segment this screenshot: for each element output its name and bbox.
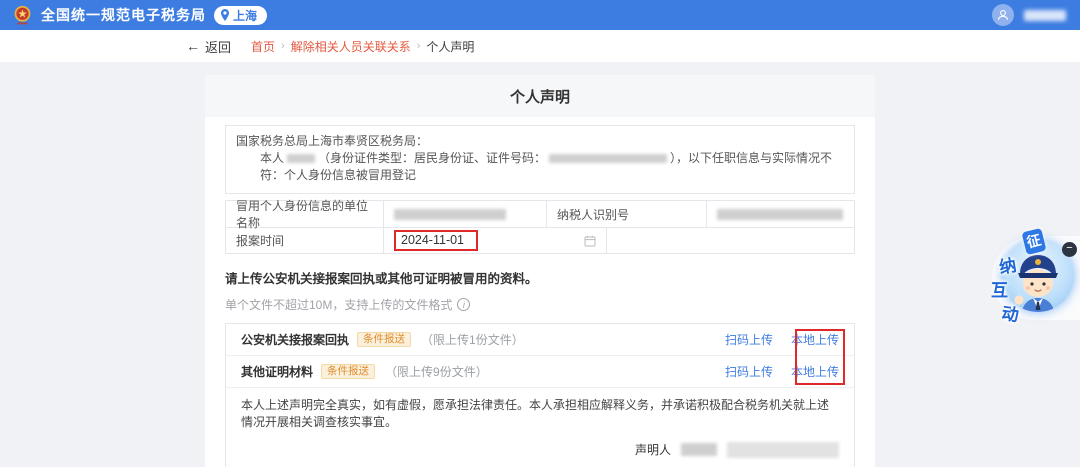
back-label: 返回 <box>205 39 232 55</box>
upload-row-other-materials: 其他证明材料 条件报送 （限上传9份文件） 扫码上传 本地上传 <box>226 356 854 388</box>
report-date-input[interactable]: 2024-11-01 <box>383 228 606 253</box>
report-date-value-annotated[interactable]: 2024-11-01 <box>394 230 479 251</box>
unit-name-value <box>383 201 546 227</box>
table-row: 冒用个人身份信息的单位名称 纳税人识别号 <box>226 199 854 230</box>
upload-note-text: 单个文件不超过10M，支持上传的文件格式 <box>225 298 453 312</box>
taxpayer-id-redacted <box>717 208 843 220</box>
declarant-name-redacted <box>681 443 717 456</box>
taxpayer-id-label: 纳税人识别号 <box>546 201 706 227</box>
upload-list: 公安机关接报案回执 条件报送 （限上传1份文件） 扫码上传 本地上传 其他证明材… <box>225 323 855 467</box>
upload-row-police-receipt: 公安机关接报案回执 条件报送 （限上传1份文件） 扫码上传 本地上传 <box>226 324 854 356</box>
table-row: 报案时间 2024-11-01 <box>226 227 854 253</box>
upload-item-name: 其他证明材料 <box>241 365 314 379</box>
upload-limit: （限上传1份文件） <box>421 333 524 347</box>
declaration-prefix: 本人 <box>260 151 285 165</box>
unit-name-label: 冒用个人身份信息的单位名称 <box>236 199 369 230</box>
declarant-signature-redacted <box>727 441 839 458</box>
top-bar: 全国统一规范电子税务局 上海 <box>0 0 1080 30</box>
scan-upload-link[interactable]: 扫码上传 <box>725 331 773 348</box>
declarant-label: 声明人 <box>634 443 671 457</box>
calendar-icon[interactable] <box>584 235 596 247</box>
declaration-line: 本人 （身份证件类型：居民身份证、证件号码： ），以下任职信息与实际情况不符：个人身… <box>236 150 844 184</box>
widget-char-hu: 互 <box>991 281 1008 300</box>
report-date-label: 报案时间 <box>236 234 285 248</box>
conditional-badge: 条件报送 <box>321 363 376 380</box>
tax-bureau-emblem-icon <box>14 5 31 24</box>
declarant-row: 声明人 <box>226 433 854 467</box>
widget-char-zheng: 征 <box>1021 227 1047 256</box>
truth-statement: 本人上述声明完全真实，如有虚假，愿承担法律责任。本人承担相应解释义务，并承诺积极… <box>241 398 830 429</box>
breadcrumb-separator: › <box>416 40 421 52</box>
back-arrow-icon: ← <box>186 38 200 54</box>
location-label: 上海 <box>233 8 258 23</box>
info-table: 冒用个人身份信息的单位名称 纳税人识别号 报案时间 2024-11-01 <box>225 199 855 254</box>
breadcrumb-current: 个人声明 <box>426 39 475 54</box>
local-upload-link[interactable]: 本地上传 <box>791 363 839 380</box>
user-avatar[interactable] <box>992 4 1014 26</box>
interaction-widget[interactable]: 征 纳 互 动 − <box>984 227 1080 328</box>
id-number-redacted <box>549 154 668 164</box>
declaration-card: 个人声明 国家税务总局上海市奉贤区税务局： 本人 （身份证件类型：居民身份证、证件… <box>205 75 875 467</box>
person-icon <box>998 10 1008 21</box>
unit-name-redacted <box>394 208 506 220</box>
taxpayer-id-value <box>706 201 854 227</box>
card-body: 国家税务总局上海市奉贤区税务局： 本人 （身份证件类型：居民身份证、证件号码：），… <box>205 117 875 467</box>
app-title: 全国统一规范电子税务局 <box>41 7 206 23</box>
breadcrumb-bar: ← 返回 首页 › 解除相关人员关联关系 › 个人声明 <box>0 30 1080 62</box>
upload-item-name: 公安机关接报案回执 <box>241 333 350 347</box>
info-icon[interactable]: i <box>457 298 471 311</box>
breadcrumb-separator: › <box>281 40 285 52</box>
location-pin-icon <box>221 9 229 21</box>
upload-limit: （限上传9份文件） <box>385 365 488 379</box>
breadcrumb-parent[interactable]: 解除相关人员关联关系 <box>291 38 411 55</box>
local-upload-link[interactable]: 本地上传 <box>791 331 839 348</box>
declaration-intro: 国家税务总局上海市奉贤区税务局： 本人 （身份证件类型：居民身份证、证件号码：），… <box>225 125 855 194</box>
upload-instruction: 请上传公安机关接报案回执或其他可证明被冒用的资料。 <box>225 272 538 286</box>
page-content: 个人声明 国家税务总局上海市奉贤区税务局： 本人 （身份证件类型：居民身份证、证件… <box>0 62 1080 467</box>
back-button[interactable]: ← 返回 <box>186 37 231 56</box>
username-redacted[interactable] <box>1024 9 1066 21</box>
empty-cell <box>606 228 854 253</box>
breadcrumb: 首页 › 解除相关人员关联关系 › 个人声明 <box>251 38 474 55</box>
scan-upload-link[interactable]: 扫码上传 <box>725 363 773 380</box>
conditional-badge: 条件报送 <box>357 331 412 348</box>
breadcrumb-home[interactable]: 首页 <box>251 38 275 55</box>
upload-note: 单个文件不超过10M，支持上传的文件格式 i <box>225 296 855 313</box>
page-title: 个人声明 <box>205 75 875 117</box>
salutation: 国家税务总局上海市奉贤区税务局： <box>236 134 429 148</box>
widget-char-dong: 动 <box>1000 303 1020 326</box>
declaration-middle: （身份证件类型：居民身份证、证件号码： <box>318 151 547 165</box>
widget-minimize-button[interactable]: − <box>1062 242 1077 257</box>
location-selector[interactable]: 上海 <box>214 5 268 25</box>
declarant-name-redacted <box>287 154 316 164</box>
